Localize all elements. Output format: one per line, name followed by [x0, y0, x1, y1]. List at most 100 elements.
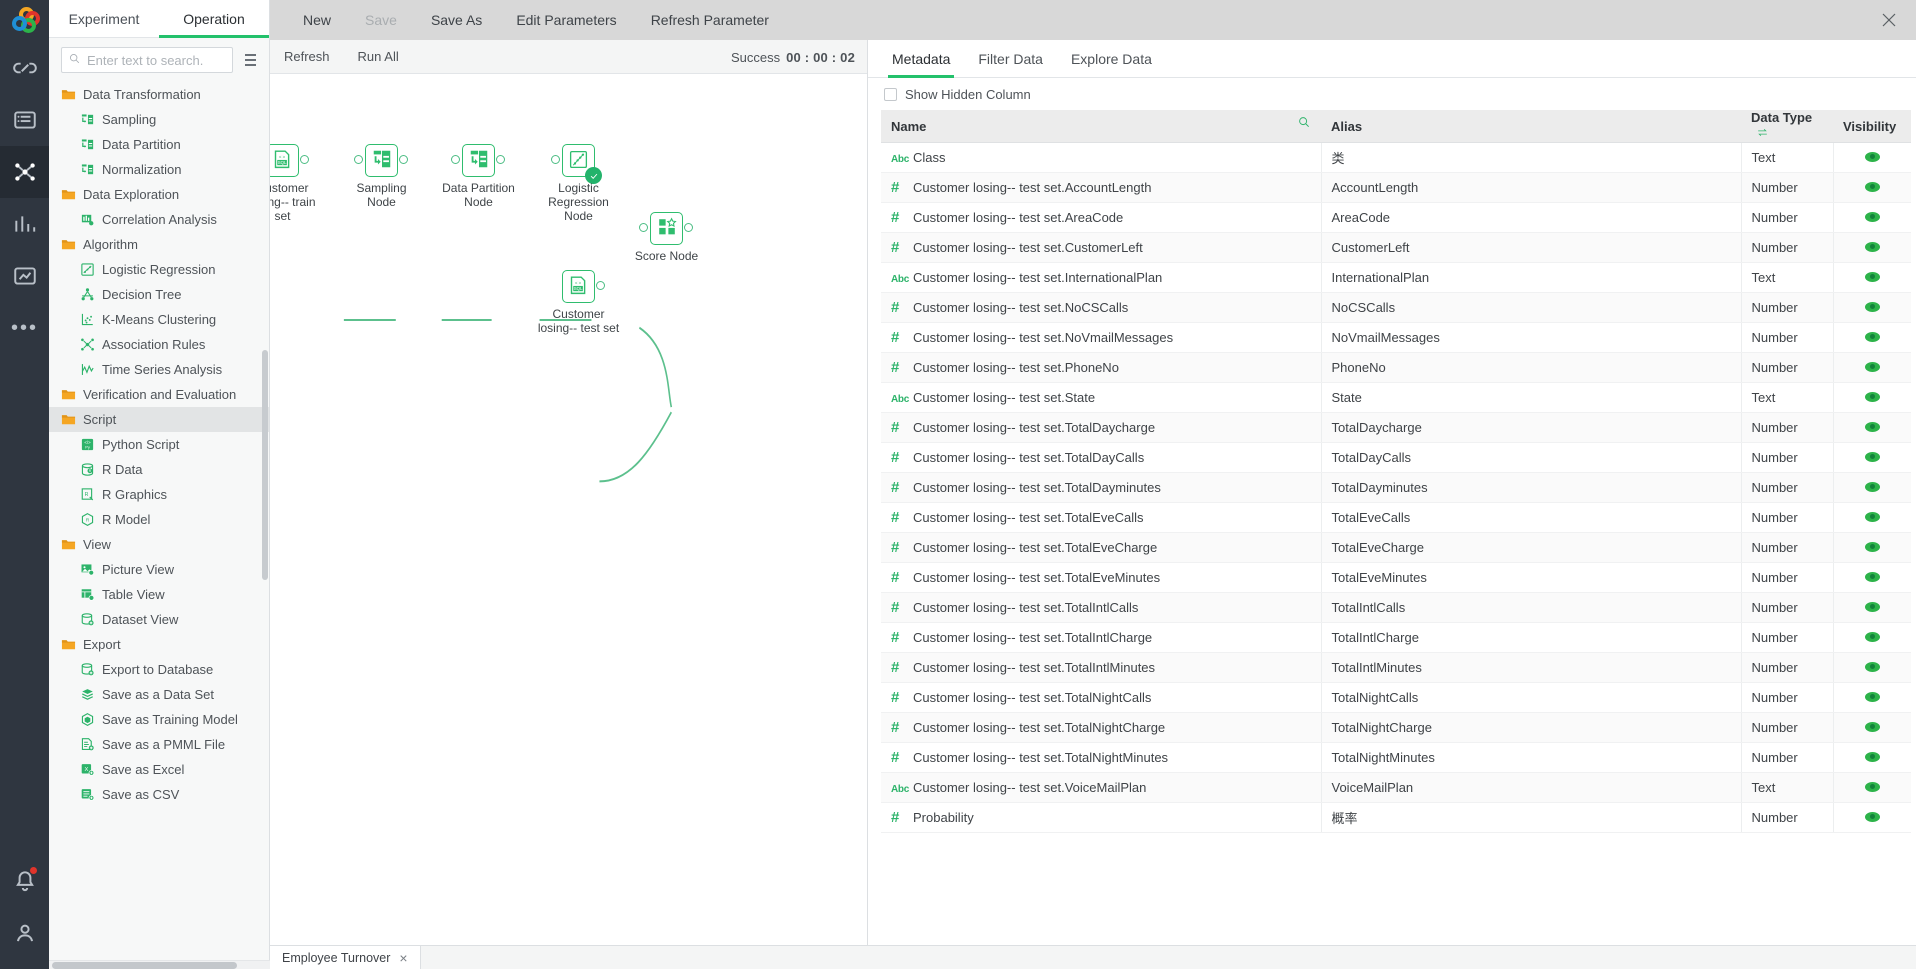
- cell-visibility[interactable]: [1833, 502, 1911, 533]
- column-header-name[interactable]: Name: [881, 110, 1321, 143]
- column-header-alias[interactable]: Alias: [1321, 110, 1741, 143]
- eye-icon[interactable]: [1864, 692, 1880, 702]
- node-output-port[interactable]: [596, 281, 605, 290]
- column-search-icon[interactable]: [1297, 115, 1311, 132]
- node-input-port[interactable]: [451, 155, 460, 164]
- node-input-port[interactable]: [639, 223, 648, 232]
- tree-item-verification-and-evaluation[interactable]: Verification and Evaluation: [49, 382, 269, 407]
- workflow-canvas[interactable]: < >SQLCustomer losing-- train setSamplin…: [270, 74, 867, 958]
- eye-icon[interactable]: [1864, 452, 1880, 462]
- tree-item-time-series-analysis[interactable]: Time Series Analysis: [49, 357, 269, 382]
- eye-icon[interactable]: [1864, 572, 1880, 582]
- close-icon[interactable]: [1880, 11, 1898, 29]
- filter-menu-icon[interactable]: [241, 50, 259, 70]
- eye-icon[interactable]: [1864, 272, 1880, 282]
- tree-item-python-script[interactable]: </> Py Python Script: [49, 432, 269, 457]
- tab-filter-data[interactable]: Filter Data: [964, 40, 1057, 77]
- user-icon[interactable]: [0, 907, 49, 959]
- table-row[interactable]: # Customer losing-- test set.TotalDaychar…: [881, 412, 1911, 443]
- cell-visibility[interactable]: [1833, 802, 1911, 833]
- tree-item-r-data[interactable]: R R Data: [49, 457, 269, 482]
- eye-icon[interactable]: [1864, 812, 1880, 822]
- table-row[interactable]: # Customer losing-- test set.PhoneNo Phone…: [881, 352, 1911, 383]
- column-header-visibility[interactable]: Visibility: [1833, 110, 1911, 143]
- link-icon[interactable]: [0, 42, 49, 94]
- tab-metadata[interactable]: Metadata: [878, 40, 964, 78]
- table-row[interactable]: # Customer losing-- test set.TotalEveCall…: [881, 502, 1911, 533]
- table-row[interactable]: # Customer losing-- test set.TotalEveChar…: [881, 532, 1911, 563]
- tree-item-r-graphics[interactable]: R R Graphics: [49, 482, 269, 507]
- cell-visibility[interactable]: [1833, 172, 1911, 203]
- tab-experiment[interactable]: Experiment: [49, 0, 159, 37]
- menu-edit-parameters[interactable]: Edit Parameters: [499, 0, 633, 40]
- cell-visibility[interactable]: [1833, 352, 1911, 383]
- cell-visibility[interactable]: [1833, 442, 1911, 473]
- node-output-port[interactable]: [399, 155, 408, 164]
- cell-visibility[interactable]: [1833, 382, 1911, 413]
- cell-visibility[interactable]: [1833, 232, 1911, 263]
- node-box[interactable]: [650, 212, 683, 245]
- search-input[interactable]: [87, 52, 226, 68]
- eye-icon[interactable]: [1864, 512, 1880, 522]
- cell-visibility[interactable]: [1833, 472, 1911, 503]
- run-all-button[interactable]: Run All: [344, 40, 413, 74]
- cell-visibility[interactable]: [1833, 412, 1911, 443]
- tree-item-algorithm[interactable]: Algorithm: [49, 232, 269, 257]
- eye-icon[interactable]: [1864, 632, 1880, 642]
- tree-item-r-model[interactable]: R R Model: [49, 507, 269, 532]
- tree-item-save-as-a-pmml-file[interactable]: Save as a PMML File: [49, 732, 269, 757]
- table-row[interactable]: # Customer losing-- test set.NoCSCalls NoC…: [881, 292, 1911, 323]
- table-row[interactable]: # Probability 概率 Number: [881, 802, 1911, 833]
- cell-visibility[interactable]: [1833, 142, 1911, 173]
- tree-item-save-as-a-data-set[interactable]: Save as a Data Set: [49, 682, 269, 707]
- node-box[interactable]: [462, 144, 495, 177]
- tree-item-sampling[interactable]: Sampling: [49, 107, 269, 132]
- cell-visibility[interactable]: [1833, 592, 1911, 623]
- eye-icon[interactable]: [1864, 782, 1880, 792]
- eye-icon[interactable]: [1864, 332, 1880, 342]
- cell-visibility[interactable]: [1833, 682, 1911, 713]
- tree-item-save-as-csv[interactable]: Save as CSV: [49, 782, 269, 807]
- tree-item-correlation-analysis[interactable]: Correlation Analysis: [49, 207, 269, 232]
- more-icon[interactable]: •••: [0, 302, 49, 354]
- table-row[interactable]: # Customer losing-- test set.TotalIntlCha…: [881, 622, 1911, 653]
- menu-refresh-parameter[interactable]: Refresh Parameter: [634, 0, 786, 40]
- cell-visibility[interactable]: [1833, 622, 1911, 653]
- menu-new[interactable]: New: [286, 0, 348, 40]
- cell-visibility[interactable]: [1833, 742, 1911, 773]
- swap-type-icon[interactable]: [1756, 126, 1769, 142]
- table-row[interactable]: # Customer losing-- test set.TotalNightCa…: [881, 682, 1911, 713]
- table-row[interactable]: # Customer losing-- test set.TotalIntlMin…: [881, 652, 1911, 683]
- eye-icon[interactable]: [1864, 482, 1880, 492]
- table-row[interactable]: # Customer losing-- test set.TotalIntlCal…: [881, 592, 1911, 623]
- cell-visibility[interactable]: [1833, 562, 1911, 593]
- table-row[interactable]: # Customer losing-- test set.TotalDayminu…: [881, 472, 1911, 503]
- node-output-port[interactable]: [496, 155, 505, 164]
- cell-visibility[interactable]: [1833, 712, 1911, 743]
- left-panel-vertical-scrollbar[interactable]: [262, 350, 268, 580]
- tree-item-save-as-excel[interactable]: X Save as Excel: [49, 757, 269, 782]
- node-output-port[interactable]: [684, 223, 693, 232]
- table-row[interactable]: # Customer losing-- test set.TotalDayCall…: [881, 442, 1911, 473]
- tree-item-table-view[interactable]: Table View: [49, 582, 269, 607]
- tab-explore-data[interactable]: Explore Data: [1057, 40, 1166, 77]
- menu-save-as[interactable]: Save As: [414, 0, 499, 40]
- node-input-port[interactable]: [551, 155, 560, 164]
- chart-icon[interactable]: [0, 198, 49, 250]
- left-panel-horizontal-scrollbar[interactable]: [49, 960, 270, 969]
- workflow-node-sampling[interactable]: Sampling Node: [354, 144, 408, 209]
- eye-icon[interactable]: [1864, 722, 1880, 732]
- table-row[interactable]: # Customer losing-- test set.TotalNightCh…: [881, 712, 1911, 743]
- tree-item-export-to-database[interactable]: Export to Database: [49, 657, 269, 682]
- table-row[interactable]: # Customer losing-- test set.NoVmailMessa…: [881, 322, 1911, 353]
- tab-operation[interactable]: Operation: [159, 0, 269, 38]
- node-box[interactable]: [365, 144, 398, 177]
- tree-item-view[interactable]: View: [49, 532, 269, 557]
- table-row[interactable]: # Customer losing-- test set.TotalEveMinu…: [881, 562, 1911, 593]
- network-icon[interactable]: [0, 146, 49, 198]
- node-output-port[interactable]: [300, 155, 309, 164]
- tree-item-dataset-view[interactable]: Dataset View: [49, 607, 269, 632]
- cell-visibility[interactable]: [1833, 772, 1911, 803]
- eye-icon[interactable]: [1864, 362, 1880, 372]
- tree-item-export[interactable]: Export: [49, 632, 269, 657]
